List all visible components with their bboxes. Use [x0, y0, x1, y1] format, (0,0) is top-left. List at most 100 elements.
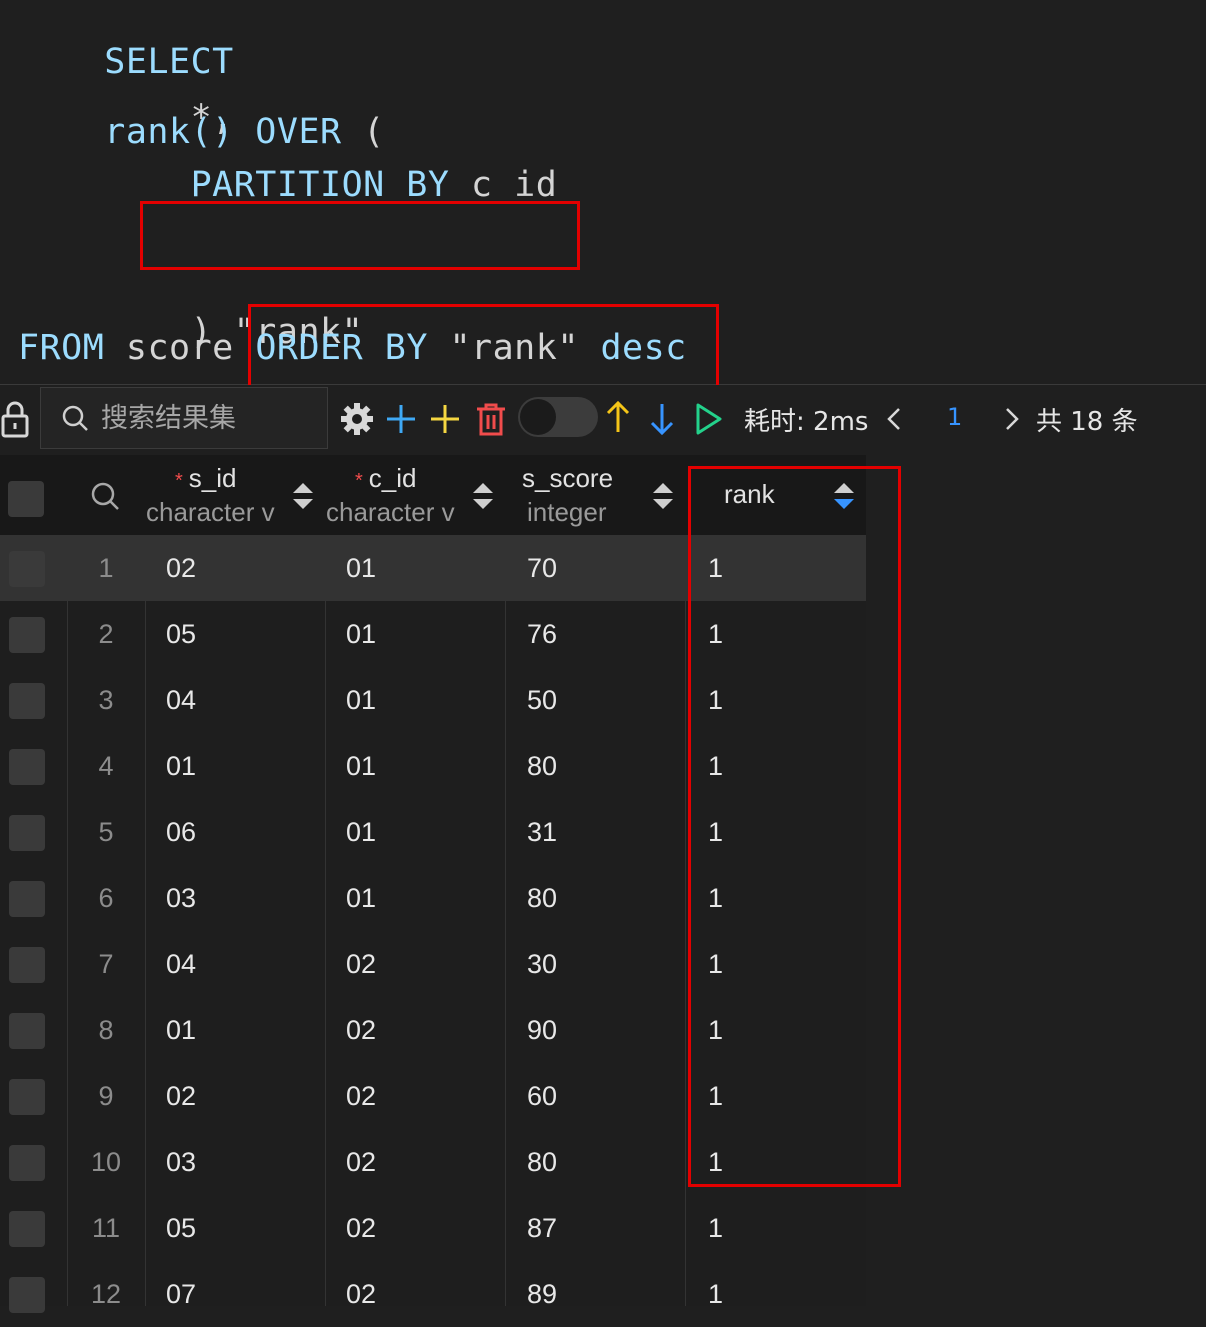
cell-s-score[interactable]: 50 — [527, 667, 557, 733]
cell-s-id[interactable]: 01 — [166, 997, 196, 1063]
arrow-down-icon[interactable] — [648, 399, 676, 439]
cell-s-score[interactable]: 76 — [527, 601, 557, 667]
table-row[interactable]: 3 04 01 50 1 — [0, 667, 866, 733]
cell-s-id[interactable]: 01 — [166, 733, 196, 799]
cell-c-id[interactable]: 01 — [346, 733, 376, 799]
delete-icon[interactable] — [474, 399, 508, 439]
row-checkbox[interactable] — [9, 1277, 45, 1313]
cell-rank[interactable]: 1 — [708, 535, 723, 601]
cell-s-score[interactable]: 80 — [527, 1129, 557, 1195]
row-checkbox[interactable] — [9, 551, 45, 587]
cell-s-score[interactable]: 90 — [527, 997, 557, 1063]
table-row[interactable]: 11 05 02 87 1 — [0, 1195, 866, 1261]
cell-s-score[interactable]: 70 — [527, 535, 557, 601]
cell-s-score[interactable]: 30 — [527, 931, 557, 997]
cell-c-id[interactable]: 02 — [346, 931, 376, 997]
row-checkbox[interactable] — [9, 815, 45, 851]
row-checkbox[interactable] — [9, 947, 45, 983]
cell-s-id[interactable]: 04 — [166, 667, 196, 733]
sort-icon[interactable] — [651, 481, 675, 511]
cell-s-id[interactable]: 03 — [166, 865, 196, 931]
cell-rank[interactable]: 1 — [708, 733, 723, 799]
cell-rank[interactable]: 1 — [708, 931, 723, 997]
cell-s-id[interactable]: 02 — [166, 535, 196, 601]
cell-c-id[interactable]: 01 — [346, 865, 376, 931]
row-checkbox[interactable] — [9, 617, 45, 653]
cell-s-id[interactable]: 06 — [166, 799, 196, 865]
row-checkbox[interactable] — [9, 1145, 45, 1181]
cell-s-id[interactable]: 03 — [166, 1129, 196, 1195]
cell-c-id[interactable]: 01 — [346, 535, 376, 601]
sort-desc-icon[interactable] — [832, 481, 856, 511]
cell-c-id[interactable]: 01 — [346, 799, 376, 865]
table-row[interactable]: 2 05 01 76 1 — [0, 601, 866, 667]
cell-s-id[interactable]: 05 — [166, 1195, 196, 1261]
row-checkbox[interactable] — [9, 1211, 45, 1247]
row-checkbox[interactable] — [9, 881, 45, 917]
cell-c-id[interactable]: 01 — [346, 667, 376, 733]
table-row[interactable]: 6 03 01 80 1 — [0, 865, 866, 931]
arrow-up-icon[interactable] — [604, 397, 632, 437]
search-icon[interactable] — [90, 481, 120, 516]
cell-s-score[interactable]: 31 — [527, 799, 557, 865]
chevron-right-icon[interactable] — [1002, 405, 1022, 433]
search-input[interactable] — [99, 401, 323, 435]
cell-c-id[interactable]: 02 — [346, 1129, 376, 1195]
table-row[interactable]: 4 01 01 80 1 — [0, 733, 866, 799]
cell-rank[interactable]: 1 — [708, 865, 723, 931]
sql-editor[interactable]: SELECT *, rank() OVER ( PARTITION BY c_i… — [0, 0, 1206, 393]
row-checkbox[interactable] — [9, 683, 45, 719]
add-icon[interactable] — [384, 399, 418, 439]
cell-s-score[interactable]: 89 — [527, 1261, 557, 1327]
column-header-s-score[interactable]: s_score integer — [505, 455, 685, 535]
cell-rank[interactable]: 1 — [708, 799, 723, 865]
cell-c-id[interactable]: 02 — [346, 1195, 376, 1261]
cell-c-id[interactable]: 02 — [346, 1261, 376, 1327]
cell-s-score[interactable]: 60 — [527, 1063, 557, 1129]
cell-s-score[interactable]: 80 — [527, 865, 557, 931]
cell-s-score[interactable]: 87 — [527, 1195, 557, 1261]
table-row[interactable]: 5 06 01 31 1 — [0, 799, 866, 865]
cell-rank[interactable]: 1 — [708, 1195, 723, 1261]
cell-c-id[interactable]: 02 — [346, 997, 376, 1063]
chevron-left-icon[interactable] — [884, 405, 904, 433]
column-header-rank[interactable]: rank — [685, 455, 866, 535]
cell-s-id[interactable]: 04 — [166, 931, 196, 997]
cell-rank[interactable]: 1 — [708, 1063, 723, 1129]
column-header-s-id[interactable]: * s_id character v — [145, 455, 325, 535]
toggle-switch[interactable] — [518, 397, 598, 437]
cell-rank[interactable]: 1 — [708, 997, 723, 1063]
result-search-box[interactable] — [40, 387, 328, 449]
code-rank-string: "rank" — [427, 328, 601, 368]
table-row[interactable]: 1 02 01 70 1 — [0, 535, 866, 601]
row-checkbox[interactable] — [9, 1079, 45, 1115]
cell-s-id[interactable]: 02 — [166, 1063, 196, 1129]
sort-icon[interactable] — [291, 481, 315, 511]
column-header-c-id[interactable]: * c_id character v — [325, 455, 505, 535]
cell-rank[interactable]: 1 — [708, 1129, 723, 1195]
table-row[interactable]: 9 02 02 60 1 — [0, 1063, 866, 1129]
table-row[interactable]: 10 03 02 80 1 — [0, 1129, 866, 1195]
cell-s-score[interactable]: 80 — [527, 733, 557, 799]
run-icon[interactable] — [694, 399, 724, 439]
cell-s-id[interactable]: 07 — [166, 1261, 196, 1327]
cell-c-id[interactable]: 02 — [346, 1063, 376, 1129]
cell-rank[interactable]: 1 — [708, 601, 723, 667]
select-all-checkbox[interactable] — [8, 481, 44, 517]
table-row[interactable]: 12 07 02 89 1 — [0, 1261, 866, 1327]
table-row[interactable]: 7 04 02 30 1 — [0, 931, 866, 997]
gear-icon[interactable] — [339, 399, 375, 439]
lock-icon[interactable] — [0, 399, 30, 439]
cell-s-id[interactable]: 05 — [166, 601, 196, 667]
row-checkbox[interactable] — [9, 749, 45, 785]
table-row[interactable]: 8 01 02 90 1 — [0, 997, 866, 1063]
sort-icon[interactable] — [471, 481, 495, 511]
cell-rank[interactable]: 1 — [708, 667, 723, 733]
cell-rank[interactable]: 1 — [708, 1261, 723, 1327]
grid-empty-area — [866, 455, 1206, 1306]
row-checkbox[interactable] — [9, 1013, 45, 1049]
code-line-7: FROM score ORDER BY "rank" desc — [18, 328, 687, 368]
add-row-icon[interactable] — [428, 399, 462, 439]
cell-c-id[interactable]: 01 — [346, 601, 376, 667]
page-number[interactable]: 1 — [947, 403, 962, 431]
